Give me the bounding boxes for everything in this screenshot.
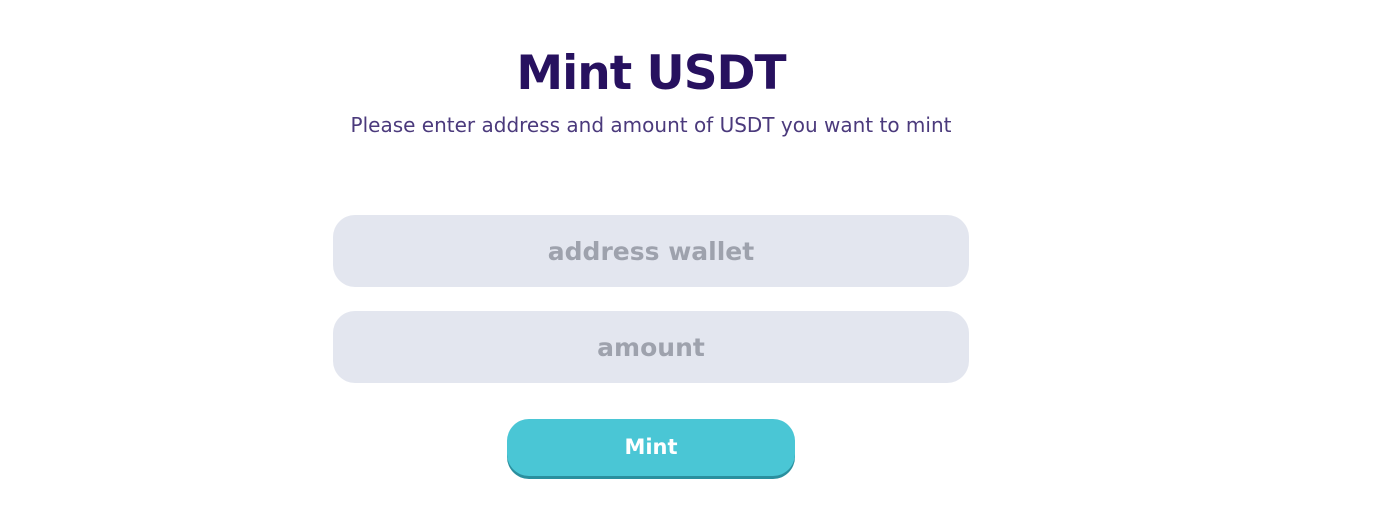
amount-input[interactable]	[333, 311, 969, 383]
mint-button[interactable]: Mint	[507, 419, 795, 476]
mint-page: Mint USDT Please enter address and amoun…	[0, 0, 1375, 517]
address-wallet-input[interactable]	[333, 215, 969, 287]
page-title: Mint USDT	[516, 46, 786, 101]
page-subtitle: Please enter address and amount of USDT …	[350, 113, 952, 137]
